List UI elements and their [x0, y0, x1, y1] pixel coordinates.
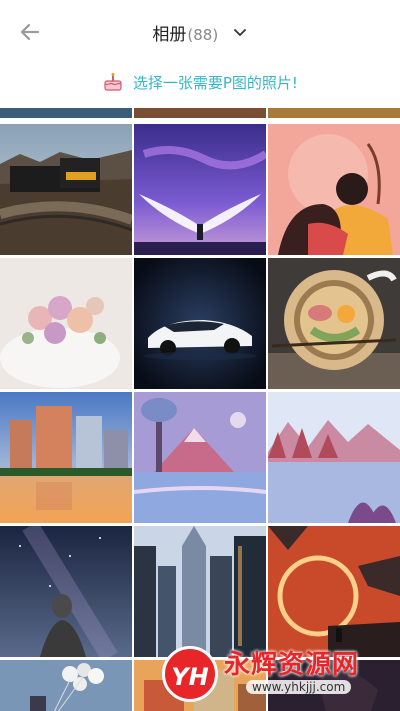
partial-photo[interactable] [268, 108, 400, 118]
watermark-logo: YH [162, 646, 218, 702]
watermark-url: www.yhkjjj.com [246, 680, 352, 694]
watermark-brand: 永辉资源网 [224, 650, 360, 680]
photo-thumbnail[interactable] [0, 258, 132, 389]
watermark: YH 永辉资源网 www.yhkjjj.com [150, 640, 390, 704]
photo-thumbnail[interactable] [134, 258, 266, 389]
photo-thumbnail[interactable] [0, 660, 132, 711]
photo-thumbnail[interactable] [268, 124, 400, 255]
chevron-down-icon [233, 29, 246, 36]
partial-photo[interactable] [134, 108, 266, 118]
tip-text: 选择一张需要P图的照片! [132, 74, 298, 92]
cake-icon [104, 73, 122, 91]
photo-thumbnail[interactable] [268, 258, 400, 389]
album-selector[interactable]: 相册(88) [0, 20, 400, 45]
album-title: 相册 [152, 25, 187, 45]
photo-thumbnail[interactable] [268, 392, 400, 523]
photo-thumbnail[interactable] [268, 526, 400, 657]
photo-thumbnail[interactable] [134, 526, 266, 657]
photo-thumbnail[interactable] [134, 392, 266, 523]
partial-photo[interactable] [0, 108, 132, 118]
header: 相册(88) [0, 0, 400, 64]
select-photo-tip: 选择一张需要P图的照片! [0, 72, 400, 98]
photo-thumbnail[interactable] [0, 392, 132, 523]
album-count: (88) [187, 26, 219, 44]
photo-thumbnail[interactable] [134, 124, 266, 255]
photo-thumbnail[interactable] [0, 124, 132, 255]
photo-thumbnail[interactable] [0, 526, 132, 657]
